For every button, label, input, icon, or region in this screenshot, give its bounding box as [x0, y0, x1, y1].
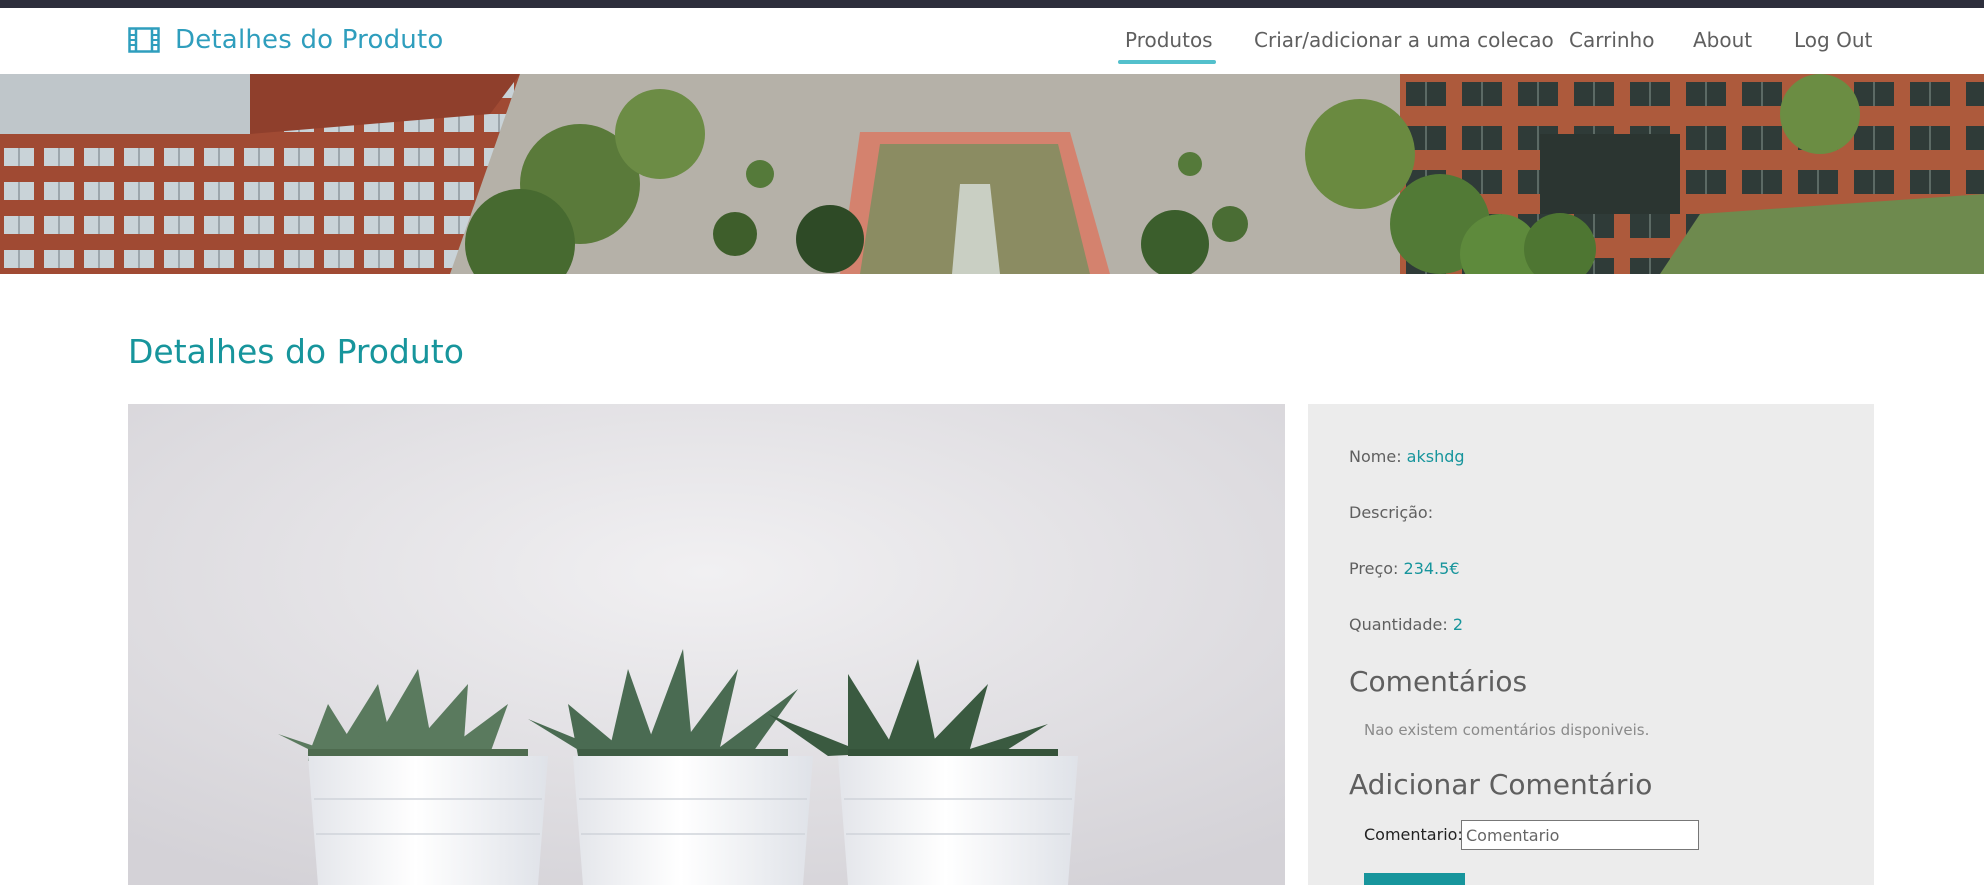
- submit-comment-button[interactable]: [1364, 873, 1465, 885]
- brand-link[interactable]: Detalhes do Produto: [128, 22, 443, 58]
- navbar: Detalhes do Produto Produtos Criar/adici…: [0, 8, 1984, 74]
- quantity-label: Quantidade:: [1349, 615, 1448, 634]
- brand-title: Detalhes do Produto: [175, 25, 444, 55]
- comment-input[interactable]: [1461, 820, 1699, 850]
- quantity-value: 2: [1452, 615, 1464, 634]
- film-icon: [128, 27, 160, 53]
- nav-active-indicator: [1118, 60, 1216, 64]
- hero-banner: [0, 74, 1984, 274]
- nav-carrinho[interactable]: Carrinho: [1569, 25, 1654, 55]
- nav-about[interactable]: About: [1693, 25, 1752, 55]
- product-details-panel: Nome: akshdg Descrição: Preço: 234.5€ Qu…: [1308, 404, 1874, 885]
- add-comment-heading: Adicionar Comentário: [1349, 768, 1653, 801]
- nav-produtos[interactable]: Produtos: [1125, 25, 1213, 55]
- description-field: Descrição:: [1349, 502, 1433, 524]
- price-label: Preço:: [1349, 559, 1399, 578]
- comment-input-label: Comentario:: [1364, 825, 1463, 844]
- price-value: 234.5€: [1403, 559, 1460, 578]
- product-image: [128, 404, 1285, 885]
- top-strip: [0, 0, 1984, 8]
- comments-heading: Comentários: [1349, 665, 1528, 698]
- price-field: Preço: 234.5€: [1349, 558, 1460, 580]
- name-label: Nome:: [1349, 447, 1402, 466]
- nav-log-out[interactable]: Log Out: [1794, 25, 1872, 55]
- no-comments-text: Nao existem comentários disponiveis.: [1364, 721, 1650, 739]
- quantity-field: Quantidade: 2: [1349, 614, 1463, 636]
- name-field: Nome: akshdg: [1349, 446, 1465, 468]
- nav-criar-colecao[interactable]: Criar/adicionar a uma colecao: [1254, 25, 1554, 55]
- description-label: Descrição:: [1349, 503, 1434, 522]
- page-title: Detalhes do Produto: [128, 332, 464, 371]
- name-value: akshdg: [1406, 447, 1465, 466]
